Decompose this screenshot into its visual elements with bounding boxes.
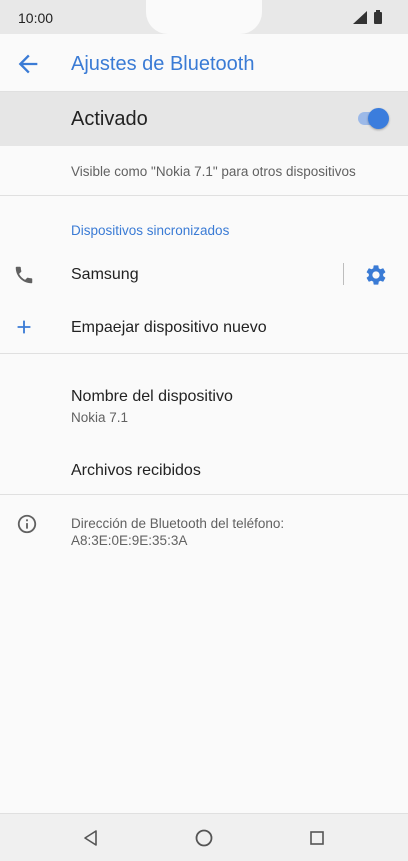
received-files-label: Archivos recibidos (71, 462, 201, 479)
received-files-row[interactable]: Archivos recibidos (0, 450, 408, 495)
plus-icon (17, 320, 31, 334)
nav-home-icon[interactable] (194, 828, 214, 848)
navigation-bar (0, 813, 408, 861)
nav-recents-icon[interactable] (308, 829, 326, 847)
page-title: Ajustes de Bluetooth (71, 53, 255, 75)
bluetooth-address-info: Dirección de Bluetooth del teléfono: A8:… (0, 510, 408, 560)
pair-new-device-row[interactable]: Empaejar dispositivo nuevo (0, 302, 408, 354)
device-name-value: Nokia 7.1 (71, 410, 129, 425)
status-icons (353, 10, 382, 24)
status-bar: 10:00 (0, 0, 408, 34)
visibility-row: Visible como "Nokia 7.1" para otros disp… (0, 146, 408, 196)
bluetooth-toggle-switch[interactable] (356, 108, 390, 129)
paired-devices-header: Dispositivos sincronizados (71, 223, 230, 238)
bluetooth-master-toggle-row[interactable]: Activado (0, 92, 408, 146)
toolbar: Ajustes de Bluetooth (0, 34, 408, 92)
toggle-thumb (368, 108, 389, 129)
bluetooth-address-text: Dirección de Bluetooth del teléfono: A8:… (71, 516, 285, 548)
back-arrow-icon[interactable] (14, 50, 42, 78)
nav-back-icon[interactable] (82, 829, 100, 847)
master-toggle-label: Activado (71, 108, 148, 130)
paired-device-row[interactable]: Samsung (0, 250, 408, 300)
device-name-title: Nombre del dispositivo (71, 388, 233, 405)
signal-icon (353, 11, 367, 24)
visibility-text: Visible como "Nokia 7.1" para otros disp… (71, 164, 356, 179)
paired-device-name: Samsung (71, 266, 139, 283)
display-notch (146, 0, 262, 34)
info-icon (17, 514, 37, 534)
battery-icon (374, 12, 382, 24)
device-name-row[interactable]: Nombre del dispositivo Nokia 7.1 (0, 378, 408, 434)
phone-icon (15, 266, 33, 284)
pair-new-device-label: Empaejar dispositivo nuevo (71, 319, 267, 336)
vertical-divider (343, 263, 344, 285)
gear-icon[interactable] (364, 263, 388, 287)
status-time: 10:00 (18, 10, 54, 26)
